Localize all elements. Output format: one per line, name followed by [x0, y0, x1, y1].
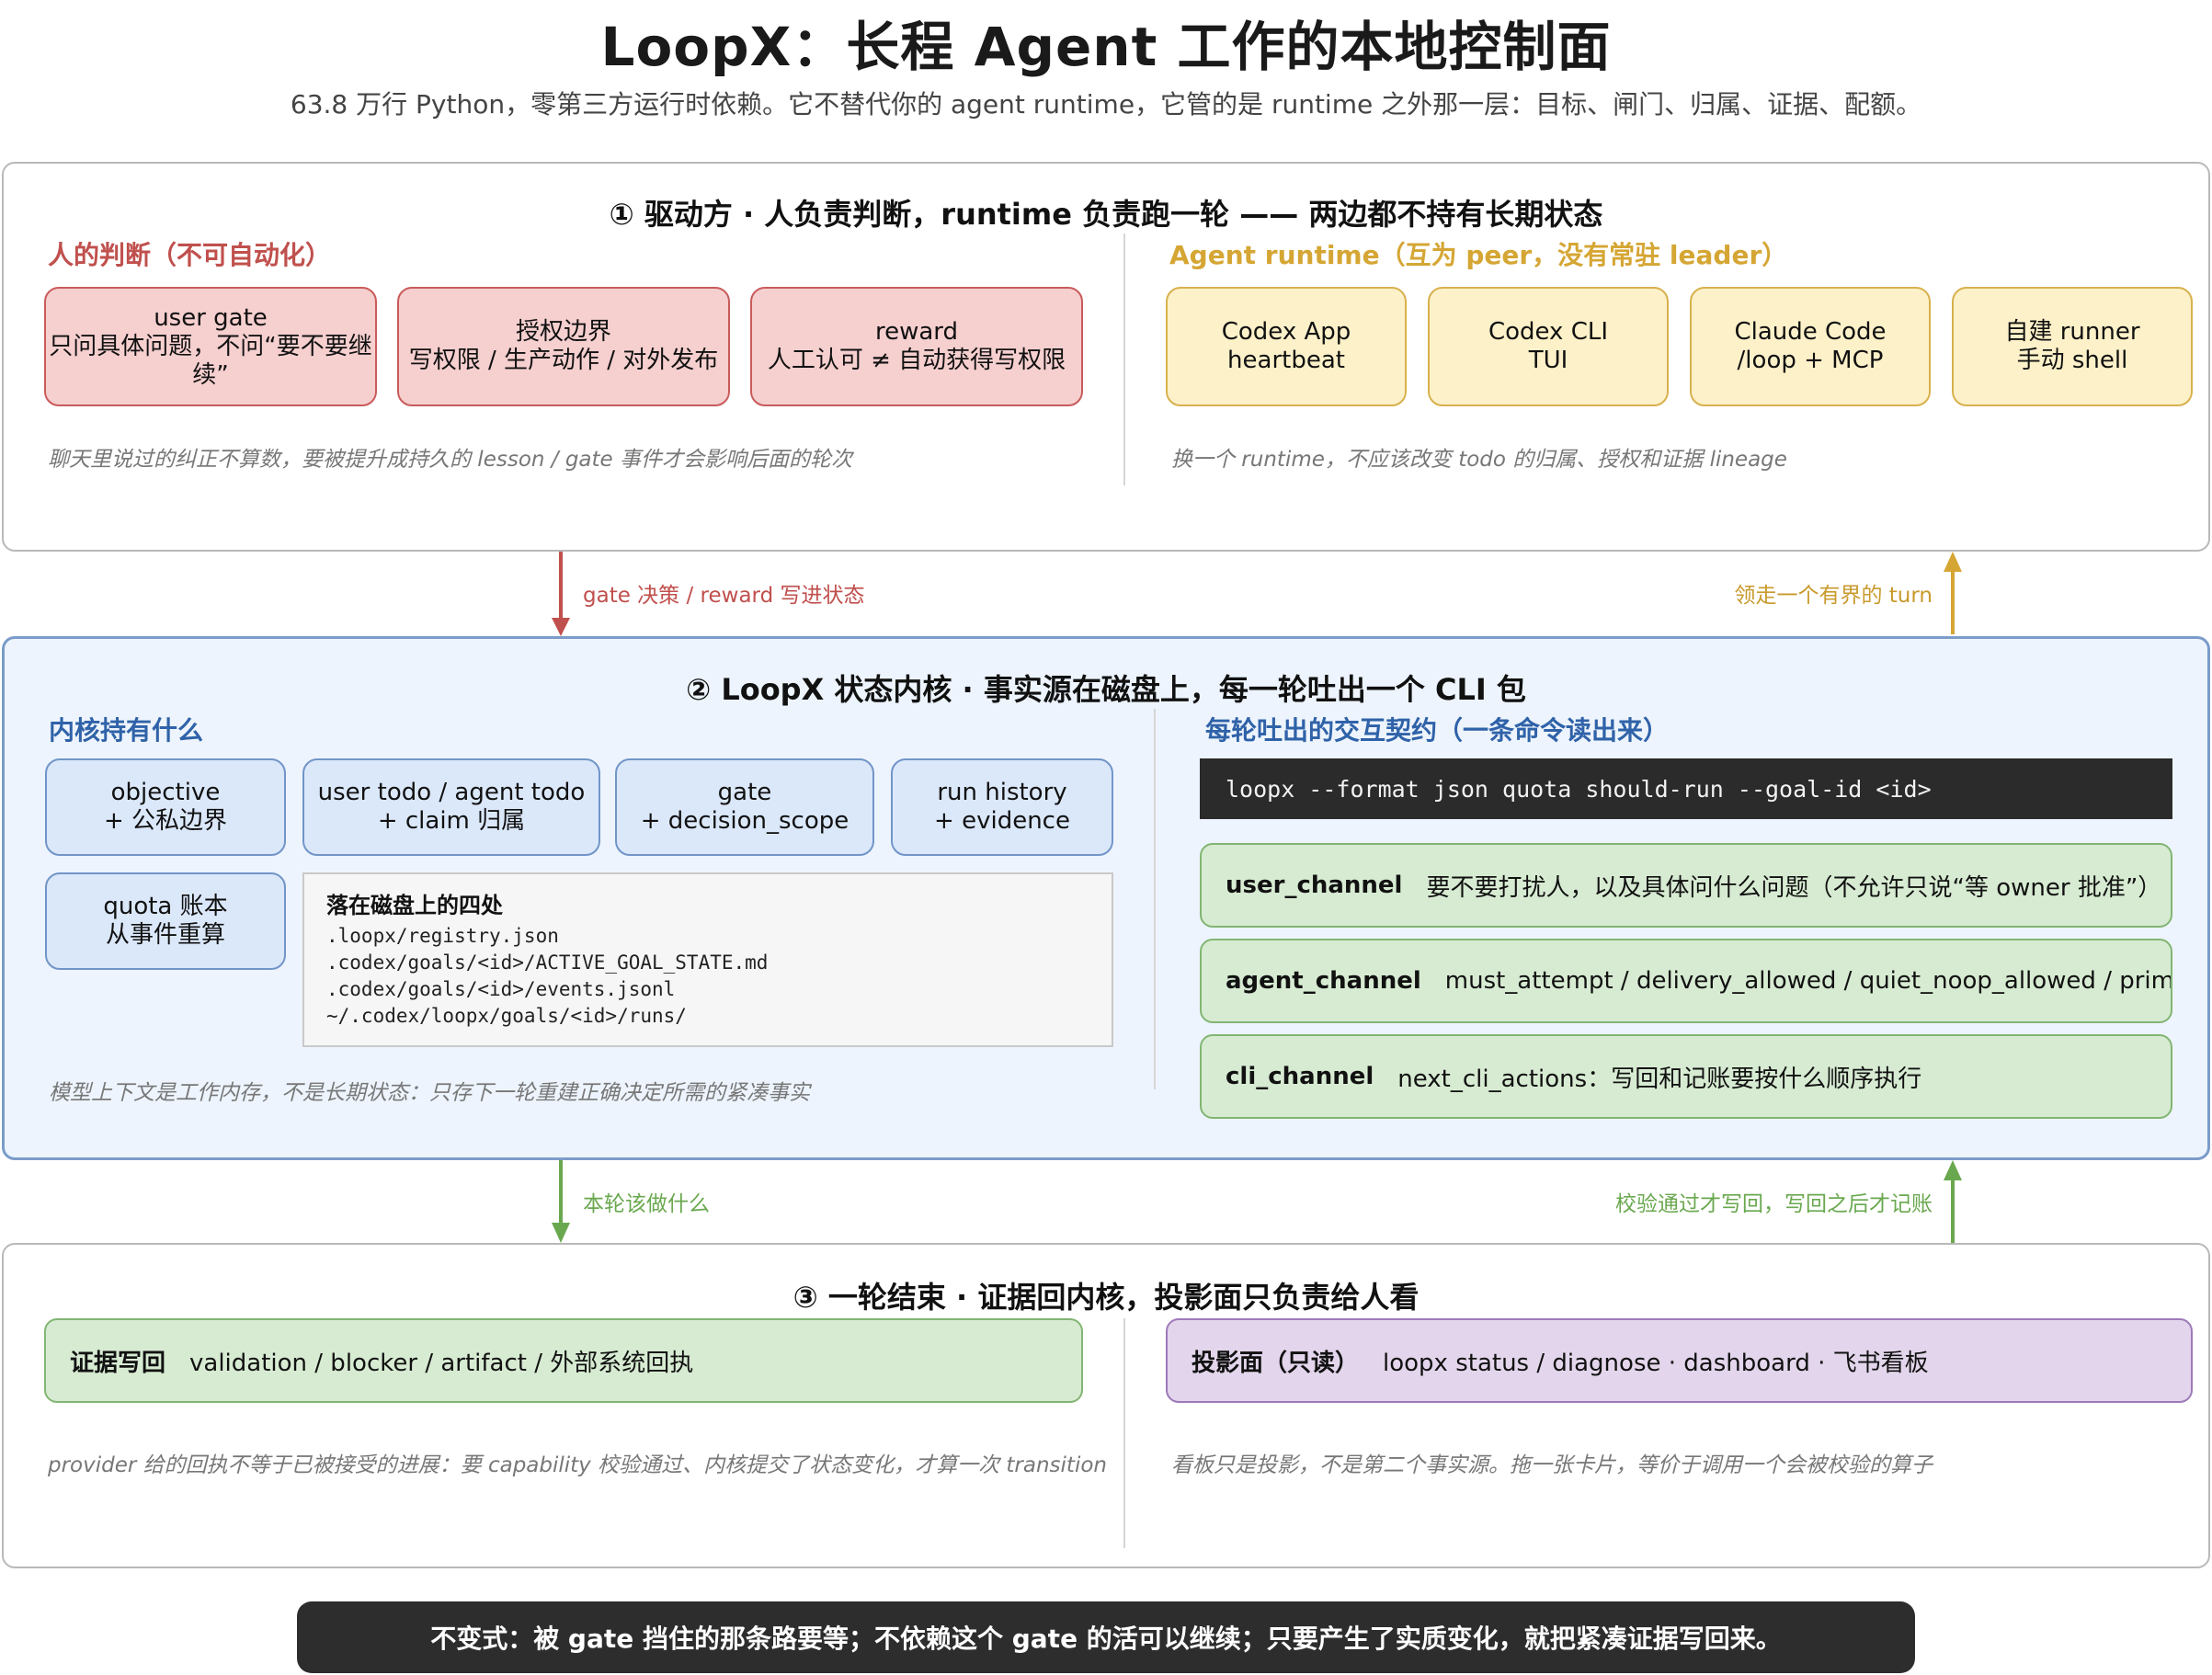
- disk-path: .loopx/registry.json: [326, 925, 559, 947]
- agent-channel-row: agent_channel must_attempt / delivery_al…: [1200, 939, 2172, 1023]
- turn-end-panel: ③ 一轮结束 · 证据回内核，投影面只负责给人看 证据写回 validation…: [2, 1243, 2210, 1568]
- turn-end-divider: [1123, 1318, 1125, 1548]
- disk-path: .codex/goals/<id>/events.jsonl: [326, 978, 676, 1000]
- kernel-note: 模型上下文是工作内存，不是长期状态：只存下一轮重建正确决定所需的紧凑事实: [49, 1081, 810, 1105]
- disk-path: .codex/goals/<id>/ACTIVE_GOAL_STATE.md: [326, 951, 769, 974]
- quota-label: quota 账本: [103, 893, 228, 920]
- disk-locations-box: 落在磁盘上的四处 .loopx/registry.json .codex/goa…: [302, 872, 1113, 1047]
- quota-desc: 从事件重算: [105, 921, 225, 949]
- kernel-panel-title: ② LoopX 状态内核 · 事实源在磁盘上，每一轮吐出一个 CLI 包: [686, 672, 1526, 707]
- agent-channel-desc: must_attempt / delivery_allowed / quiet_…: [1444, 967, 2172, 995]
- kernel-item-desc: + claim 归属: [377, 807, 526, 835]
- turn-end-panel-title: ③ 一轮结束 · 证据回内核，投影面只负责给人看: [792, 1280, 1420, 1315]
- disk-locations-heading: 落在磁盘上的四处: [326, 893, 503, 918]
- projection-note: 看板只是投影，不是第二个事实源。拖一张卡片，等价于调用一个会被校验的算子: [1171, 1453, 1933, 1477]
- quota-ledger-box: quota 账本 从事件重算: [45, 872, 286, 970]
- arrow-down-red: [552, 552, 570, 636]
- arrow-down-green: [552, 1158, 570, 1243]
- should-run-command: loopx --format json quota should-run --g…: [1200, 758, 2172, 819]
- kernel-item-label: run history: [937, 779, 1067, 806]
- user-channel-row: user_channel 要不要打扰人，以及具体问什么问题（不允许只说“等 ow…: [1200, 843, 2172, 928]
- writeback-arrow-label: 校验通过才写回，写回之后才记账: [1615, 1192, 1933, 1216]
- projection-name: 投影面（只读）: [1192, 1349, 1360, 1377]
- kernel-panel: ② LoopX 状态内核 · 事实源在磁盘上，每一轮吐出一个 CLI 包 内核持…: [2, 636, 2210, 1160]
- projection-desc: loopx status / diagnose · dashboard · 飞书…: [1383, 1349, 1929, 1377]
- evidence-writeback-box: 证据写回 validation / blocker / artifact / 外…: [44, 1318, 1083, 1403]
- contract-heading: 每轮吐出的交互契约（一条命令读出来）: [1205, 715, 1670, 746]
- arrow-up-yellow: [1944, 552, 1962, 634]
- evidence-writeback-desc: validation / blocker / artifact / 外部系统回执: [189, 1349, 694, 1377]
- kernel-item-label: objective: [110, 779, 221, 806]
- projection-box: 投影面（只读） loopx status / diagnose · dashbo…: [1166, 1318, 2193, 1403]
- cli-channel-desc: next_cli_actions：写回和记账要按什么顺序执行: [1397, 1065, 1922, 1093]
- kernel-item-desc: + evidence: [934, 807, 1070, 835]
- gate-box: gate + decision_scope: [615, 758, 874, 856]
- evidence-note: provider 给的回执不等于已被接受的进展：要 capability 校验通…: [48, 1453, 1107, 1477]
- todo-box: user todo / agent todo + claim 归属: [302, 758, 600, 856]
- gate-reward-arrow-label: gate 决策 / reward 写进状态: [583, 584, 865, 608]
- user-channel-desc: 要不要打扰人，以及具体问什么问题（不允许只说“等 owner 批准”）: [1426, 873, 2162, 902]
- kernel-item-desc: + decision_scope: [640, 807, 849, 835]
- disk-path: ~/.codex/loopx/goals/<id>/runs/: [326, 1005, 687, 1027]
- run-history-box: run history + evidence: [891, 758, 1113, 856]
- agent-channel-name: agent_channel: [1226, 967, 1421, 995]
- user-channel-name: user_channel: [1226, 872, 1403, 899]
- kernel-holds-heading: 内核持有什么: [49, 715, 204, 746]
- claim-turn-arrow-label: 领走一个有界的 turn: [1734, 584, 1933, 608]
- arrow-up-green: [1944, 1160, 1962, 1243]
- objective-box: objective + 公私边界: [45, 758, 286, 856]
- kernel-item-desc: + 公私边界: [103, 807, 228, 835]
- cli-channel-row: cli_channel next_cli_actions：写回和记账要按什么顺序…: [1200, 1034, 2172, 1119]
- kernel-divider: [1154, 709, 1156, 1089]
- evidence-writeback-name: 证据写回: [70, 1349, 166, 1377]
- cli-channel-name: cli_channel: [1226, 1063, 1374, 1090]
- kernel-item-label: user todo / agent todo: [317, 779, 586, 806]
- kernel-item-label: gate: [717, 779, 772, 806]
- invariant-banner: 不变式：被 gate 挡住的那条路要等；不依赖这个 gate 的活可以继续；只要…: [297, 1601, 1915, 1673]
- what-to-do-arrow-label: 本轮该做什么: [583, 1192, 710, 1216]
